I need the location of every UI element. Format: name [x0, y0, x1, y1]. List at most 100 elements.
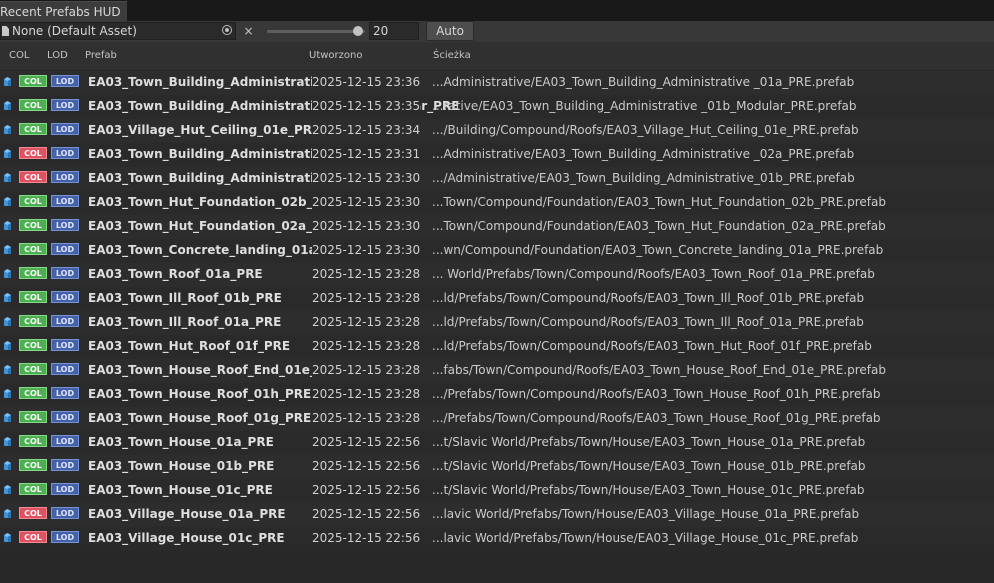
prefab-icon	[3, 437, 12, 446]
lod-badge: LOD	[51, 195, 79, 207]
table-row[interactable]: COL LOD EA03_Town_Building_Administrative …	[0, 95, 994, 119]
lod-badge: LOD	[51, 459, 79, 471]
table-row[interactable]: COL LOD EA03_Town_House_01a_PRE 2025-12-15 …	[0, 431, 994, 455]
header-lod[interactable]: LOD	[47, 50, 68, 61]
prefab-name: EA03_Town_House_Roof_01g_PRE	[88, 411, 312, 425]
tab-recent-prefabs-hud[interactable]: Recent Prefabs HUD	[0, 1, 127, 21]
table-row[interactable]: COL LOD EA03_Town_Building_Administrative_…	[0, 167, 994, 191]
col-badge: COL	[19, 507, 47, 519]
header-path[interactable]: Ścieżka	[433, 50, 471, 61]
lod-badge: LOD	[51, 483, 79, 495]
table-row[interactable]: COL LOD EA03_Town_Hut_Roof_01f_PRE 2025-12-…	[0, 335, 994, 359]
prefab-path: ... World/Prefabs/Town/Compound/Roofs/EA…	[432, 267, 875, 281]
col-badge: COL	[19, 387, 47, 399]
col-badge: COL	[19, 291, 47, 303]
prefab-name: EA03_Town_Hut_Roof_01f_PRE	[88, 339, 291, 353]
table-row[interactable]: COL LOD EA03_Town_Concrete_landing_01a_PRE…	[0, 239, 994, 263]
table-row[interactable]: COL LOD EA03_Town_Hut_Foundation_02a_PRE 20…	[0, 215, 994, 239]
header-prefab[interactable]: Prefab	[85, 50, 117, 61]
prefab-name: EA03_Village_House_01c_PRE	[88, 531, 285, 545]
lod-badge: LOD	[51, 363, 79, 375]
created-date: 2025-12-15 22:56	[312, 459, 421, 473]
prefab-name: EA03_Village_Hut_Ceiling_01e_PRE	[88, 123, 321, 137]
prefab-name: EA03_Town_Concrete_landing_01a_PRE	[88, 243, 349, 257]
lod-badge: LOD	[51, 123, 79, 135]
prefab-icon	[3, 389, 12, 398]
table-row[interactable]: COL LOD EA03_Town_House_Roof_01g_PRE 2025-1…	[0, 407, 994, 431]
lod-badge: LOD	[51, 219, 79, 231]
table-row[interactable]: COL LOD EA03_Town_Hut_Foundation_02b_PRE 20…	[0, 191, 994, 215]
asset-field-value: None (Default Asset)	[12, 24, 137, 38]
prefab-icon	[3, 173, 12, 182]
lod-badge: LOD	[51, 411, 79, 423]
lod-badge: LOD	[51, 531, 79, 543]
prefab-icon	[3, 245, 12, 254]
prefab-icon	[3, 365, 12, 374]
prefab-name: EA03_Town_House_Roof_End_01e_PRE	[88, 363, 343, 377]
document-icon	[2, 26, 9, 36]
prefab-name: EA03_Town_House_01c_PRE	[88, 483, 273, 497]
created-date: 2025-12-15 23:28	[312, 411, 421, 425]
prefab-icon	[3, 269, 12, 278]
table-header: COL LOD Prefab Utworzono Ścieżka	[0, 42, 994, 70]
slider-thumb[interactable]	[353, 26, 363, 36]
created-date: 2025-12-15 23:35	[312, 99, 421, 113]
prefab-icon	[3, 413, 12, 422]
prefab-path: ...Town/Compound/Foundation/EA03_Town_Hu…	[432, 219, 886, 233]
header-created[interactable]: Utworzono	[309, 50, 362, 61]
lod-badge: LOD	[51, 435, 79, 447]
table-row[interactable]: COL LOD EA03_Town_Building_Administrative …	[0, 71, 994, 95]
col-badge: COL	[19, 171, 47, 183]
col-badge: COL	[19, 483, 47, 495]
table-row[interactable]: COL LOD EA03_Town_House_01b_PRE 2025-12-15 …	[0, 455, 994, 479]
prefab-icon	[3, 293, 12, 302]
table-row[interactable]: COL LOD EA03_Town_House_Roof_End_01e_PRE 20…	[0, 359, 994, 383]
col-badge: COL	[19, 99, 47, 111]
slider-track	[267, 30, 365, 33]
col-badge: COL	[19, 363, 47, 375]
prefab-path: ...t/Slavic World/Prefabs/Town/House/EA0…	[432, 435, 866, 449]
prefab-path: ...ld/Prefabs/Town/Compound/Roofs/EA03_T…	[432, 291, 865, 305]
prefab-name: EA03_Town_Roof_01a_PRE	[88, 267, 263, 281]
prefab-path: ...fabs/Town/Compound/Roofs/EA03_Town_Ho…	[432, 363, 886, 377]
prefab-icon	[3, 533, 12, 542]
created-date: 2025-12-15 22:56	[312, 435, 421, 449]
created-date: 2025-12-15 23:31	[312, 147, 421, 161]
created-date: 2025-12-15 23:30	[312, 171, 421, 185]
prefab-path: .../Building/Compound/Roofs/EA03_Village…	[432, 123, 859, 137]
col-badge: COL	[19, 531, 47, 543]
tab-title: Recent Prefabs HUD	[0, 5, 121, 19]
created-date: 2025-12-15 23:30	[312, 195, 421, 209]
table-row[interactable]: COL LOD EA03_Town_Ill_Roof_01b_PRE 2025-12-…	[0, 287, 994, 311]
table-row[interactable]: COL LOD EA03_Town_Ill_Roof_01a_PRE 2025-12-…	[0, 311, 994, 335]
table-row[interactable]: COL LOD EA03_Village_House_01c_PRE 2025-12-…	[0, 527, 994, 551]
table-row[interactable]: COL LOD EA03_Town_House_Roof_01h_PRE 2025-1…	[0, 383, 994, 407]
table-row[interactable]: COL LOD EA03_Village_House_01a_PRE 2025-12-…	[0, 503, 994, 527]
prefab-icon	[3, 197, 12, 206]
table-row[interactable]: COL LOD EA03_Town_House_01c_PRE 2025-12-15 …	[0, 479, 994, 503]
auto-button[interactable]: Auto	[426, 21, 474, 41]
prefab-icon	[3, 77, 12, 86]
col-badge: COL	[19, 267, 47, 279]
prefab-name: EA03_Town_Building_Administrative _02a_P…	[88, 147, 398, 161]
col-badge: COL	[19, 147, 47, 159]
lod-badge: LOD	[51, 267, 79, 279]
col-badge: COL	[19, 123, 47, 135]
prefab-name: EA03_Town_Hut_Foundation_02b_PRE	[88, 195, 339, 209]
prefab-path: ...wn/Compound/Foundation/EA03_Town_Conc…	[432, 243, 884, 257]
col-badge: COL	[19, 411, 47, 423]
header-col[interactable]: COL	[9, 50, 29, 61]
table-row[interactable]: COL LOD EA03_Village_Hut_Ceiling_01e_PRE 20…	[0, 119, 994, 143]
asset-object-field[interactable]: None (Default Asset)	[0, 22, 236, 40]
prefab-path: ...t/Slavic World/Prefabs/Town/House/EA0…	[432, 483, 865, 497]
col-badge: COL	[19, 219, 47, 231]
prefab-name: EA03_Town_Ill_Roof_01a_PRE	[88, 315, 282, 329]
object-picker-icon[interactable]	[219, 23, 235, 39]
table-row[interactable]: COL LOD EA03_Town_Building_Administrative …	[0, 143, 994, 167]
count-slider[interactable]	[267, 23, 365, 39]
created-date: 2025-12-15 23:28	[312, 363, 421, 377]
table-row[interactable]: COL LOD EA03_Town_Roof_01a_PRE 2025-12-15 2…	[0, 263, 994, 287]
lod-badge: LOD	[51, 147, 79, 159]
clear-button[interactable]: ×	[240, 22, 257, 40]
count-input[interactable]: 20	[369, 22, 419, 40]
